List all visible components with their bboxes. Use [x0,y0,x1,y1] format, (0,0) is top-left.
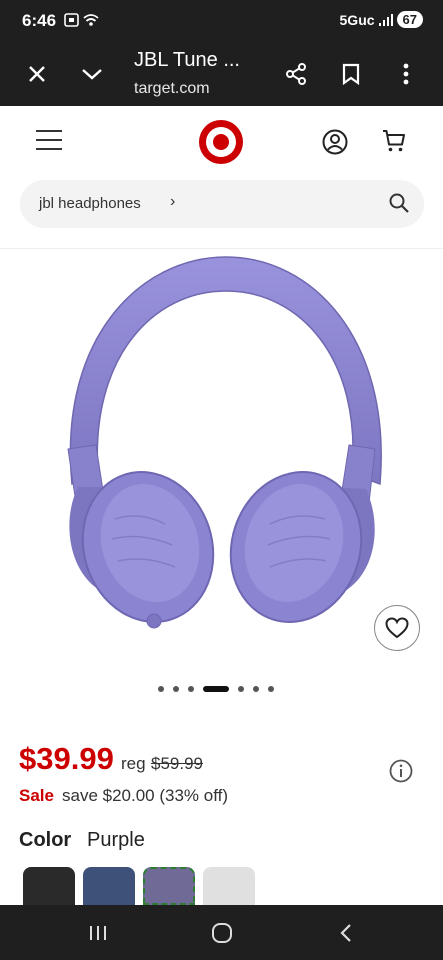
carousel-dot[interactable] [238,686,244,692]
carousel-dot[interactable] [253,686,259,692]
system-nav-bar [0,905,443,960]
back-icon[interactable] [331,919,361,947]
chevron-down-icon[interactable] [74,56,110,92]
color-swatch-black[interactable] [23,867,75,905]
carousel-dot[interactable] [173,686,179,692]
heart-icon [385,617,409,639]
favorite-button[interactable] [374,605,420,651]
carousel-dot[interactable] [203,686,229,692]
network-label: 5Guc [339,11,375,28]
status-icons [64,12,100,31]
current-price: $39.99 [19,741,114,776]
target-logo[interactable] [199,120,243,164]
tab-url: target.com [134,80,210,97]
chevron-right-icon: › [170,193,176,210]
recent-apps-icon[interactable] [83,919,113,947]
close-icon[interactable] [19,56,55,92]
menu-icon[interactable] [36,130,62,150]
search-bar[interactable]: jbl headphones › [20,180,424,228]
regular-price: $59.99 [151,754,203,773]
site-header: jbl headphones › [0,106,443,249]
carousel-indicator[interactable] [158,686,274,692]
battery-icon: 67 [396,11,423,28]
color-label: Color [19,829,72,851]
status-time: 6:46 [22,11,57,30]
search-query: jbl headphones [39,195,141,212]
home-icon[interactable] [207,919,237,947]
color-swatch-white[interactable] [203,867,255,905]
search-icon[interactable] [388,192,410,214]
sale-badge: Sale [19,786,54,805]
selected-color: Purple [87,829,145,851]
product-image[interactable] [0,249,443,719]
share-icon[interactable] [278,56,314,92]
more-menu-icon[interactable] [388,56,424,92]
carousel-dot[interactable] [158,686,164,692]
savings-text: save $20.00 (33% off) [62,786,229,805]
signal-icon [378,13,393,26]
carousel-dot[interactable] [188,686,194,692]
notification-icons [64,13,99,27]
account-icon[interactable] [322,129,348,155]
tab-title: JBL Tune ... [134,49,240,71]
color-swatch-purple[interactable] [143,867,195,905]
status-right: 5Guc 67 [340,11,423,28]
regular-price-label: reg [121,754,146,773]
cart-icon[interactable] [382,129,406,153]
carousel-dot[interactable] [268,686,274,692]
browser-toolbar: JBL Tune ... target.com [0,42,443,106]
color-swatch-blue[interactable] [83,867,135,905]
bookmark-icon[interactable] [333,56,369,92]
info-icon[interactable] [389,759,413,783]
status-bar: 6:46 5Guc 67 [0,0,443,42]
